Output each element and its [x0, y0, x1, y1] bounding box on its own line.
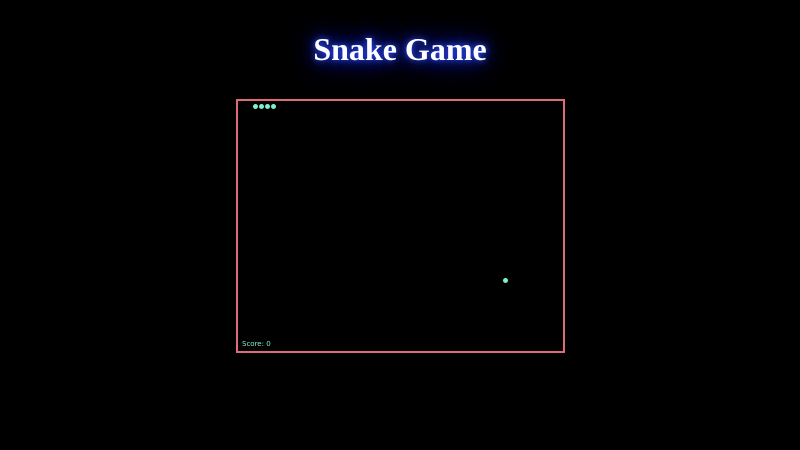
snake-head	[271, 104, 276, 109]
page-title: Snake Game	[313, 31, 487, 67]
food-pellet	[503, 278, 508, 283]
score-label: Score: 0	[242, 340, 271, 348]
snake-segment	[253, 104, 258, 109]
snake-segment	[259, 104, 264, 109]
game-board[interactable]: Score: 0	[236, 99, 565, 353]
snake-segment	[265, 104, 270, 109]
